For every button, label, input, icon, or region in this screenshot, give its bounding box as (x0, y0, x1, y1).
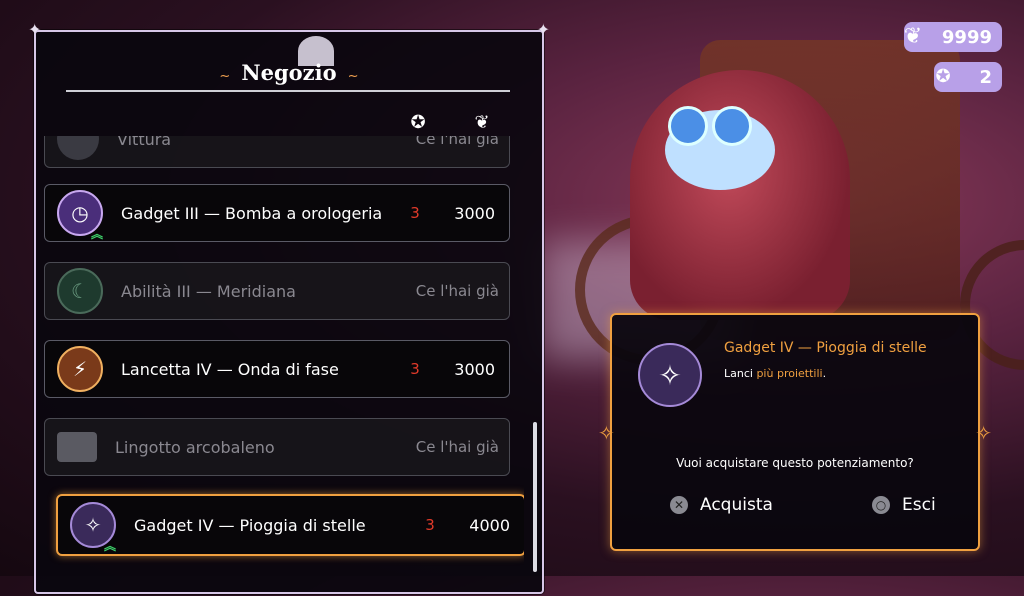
circle-button-icon: ○ (872, 496, 890, 514)
cancel-label: Esci (902, 495, 936, 515)
item-owned-status: Ce l'hai già (415, 438, 499, 456)
dialog-question: Vuoi acquistare questo potenziamento? (676, 456, 914, 470)
shop-title-bar: ~ Negozio ~ (36, 60, 542, 85)
dialog-star-left-icon: ✧ (598, 421, 615, 445)
purchase-dialog: ✧ Gadget IV — Pioggia di stelle Lanci pi… (598, 313, 992, 551)
cross-button-icon: ✕ (670, 496, 688, 514)
desc-highlight: più proiettili (756, 367, 823, 380)
star-rain-icon: ✧ (638, 343, 702, 407)
dialog-star-right-icon: ✧ (975, 421, 992, 445)
star-badge-icon: ✪ (410, 111, 426, 133)
cancel-button[interactable]: ○ Esci (872, 495, 936, 515)
item-name: Vittura (117, 136, 172, 149)
confirm-button[interactable]: ✕ Acquista (670, 495, 773, 515)
item-name: Gadget III — Bomba a orologeria (121, 203, 383, 223)
shop-row-lingotto[interactable]: Lingotto arcobaleno Ce l'hai già (44, 418, 510, 476)
clock-hand-icon: ⚡ (57, 346, 103, 392)
star-currency-counter: ✪ 2 (934, 62, 1002, 92)
title-ornament-right: ~ (347, 69, 359, 84)
merchant-eye-right (712, 106, 752, 146)
shop-row-gadget-iv-selected[interactable]: ✧ ︽ Gadget IV — Pioggia di stelle 3 4000 (56, 494, 524, 556)
item-name: Lingotto arcobaleno (115, 437, 275, 457)
item-name: Lancetta IV — Onda di fase (121, 359, 339, 379)
ingot-icon (57, 432, 97, 462)
shop-item-list[interactable]: Vittura Ce l'hai già ◷ ︽ Gadget III — Bom… (44, 136, 524, 596)
confirm-label: Acquista (700, 495, 773, 515)
item-stock-count: 3 (425, 516, 435, 534)
merchant-eye-left (668, 106, 708, 146)
sundial-icon: ☾ (57, 268, 103, 314)
feather-currency-counter: ❦ 9999 (904, 22, 1002, 52)
dialog-item-title: Gadget IV — Pioggia di stelle (724, 340, 927, 356)
star-badge-icon: ✪ (935, 65, 951, 87)
feather-icon: ❦ (474, 111, 490, 133)
shop-panel: ✦ ✦ ~ Negozio ~ ✪ ❦ Vittura Ce l'hai già… (28, 20, 550, 596)
star-count: 2 (979, 66, 992, 88)
item-owned-status: Ce l'hai già (415, 136, 499, 148)
star-rain-icon: ✧ ︽ (70, 502, 116, 552)
shop-row-lancetta-iv[interactable]: ⚡ Lancetta IV — Onda di fase 3 3000 (44, 340, 510, 398)
corner-star-icon: ✦ (28, 20, 42, 39)
shop-row-gadget-iii[interactable]: ◷ ︽ Gadget III — Bomba a orologeria 3 300… (44, 184, 510, 242)
item-price: 4000 (469, 515, 510, 535)
corner-star-icon: ✦ (536, 20, 550, 39)
list-scrollbar[interactable] (533, 422, 537, 572)
item-name: Abilità III — Meridiana (121, 281, 296, 301)
desc-prefix: Lanci (724, 367, 757, 380)
item-stock-count: 3 (410, 204, 420, 222)
feather-count: 9999 (941, 26, 992, 48)
title-ornament-left: ~ (219, 69, 231, 84)
item-price: 3000 (454, 203, 495, 223)
item-icon (57, 136, 99, 160)
shop-row-abilita-iii[interactable]: ☾ Abilità III — Meridiana Ce l'hai già (44, 262, 510, 320)
item-owned-status: Ce l'hai già (415, 282, 499, 300)
title-divider (66, 90, 510, 92)
item-price: 3000 (454, 359, 495, 379)
item-stock-count: 3 (410, 360, 420, 378)
item-name: Gadget IV — Pioggia di stelle (134, 515, 366, 535)
feather-icon: ❦ (903, 23, 923, 49)
shop-title: Negozio (241, 60, 337, 85)
dialog-item-description: Lanci più proiettili. (724, 367, 826, 380)
clock-bomb-icon: ◷ ︽ (57, 190, 103, 240)
shop-row-partial[interactable]: Vittura Ce l'hai già (44, 136, 510, 168)
desc-suffix: . (822, 367, 827, 380)
